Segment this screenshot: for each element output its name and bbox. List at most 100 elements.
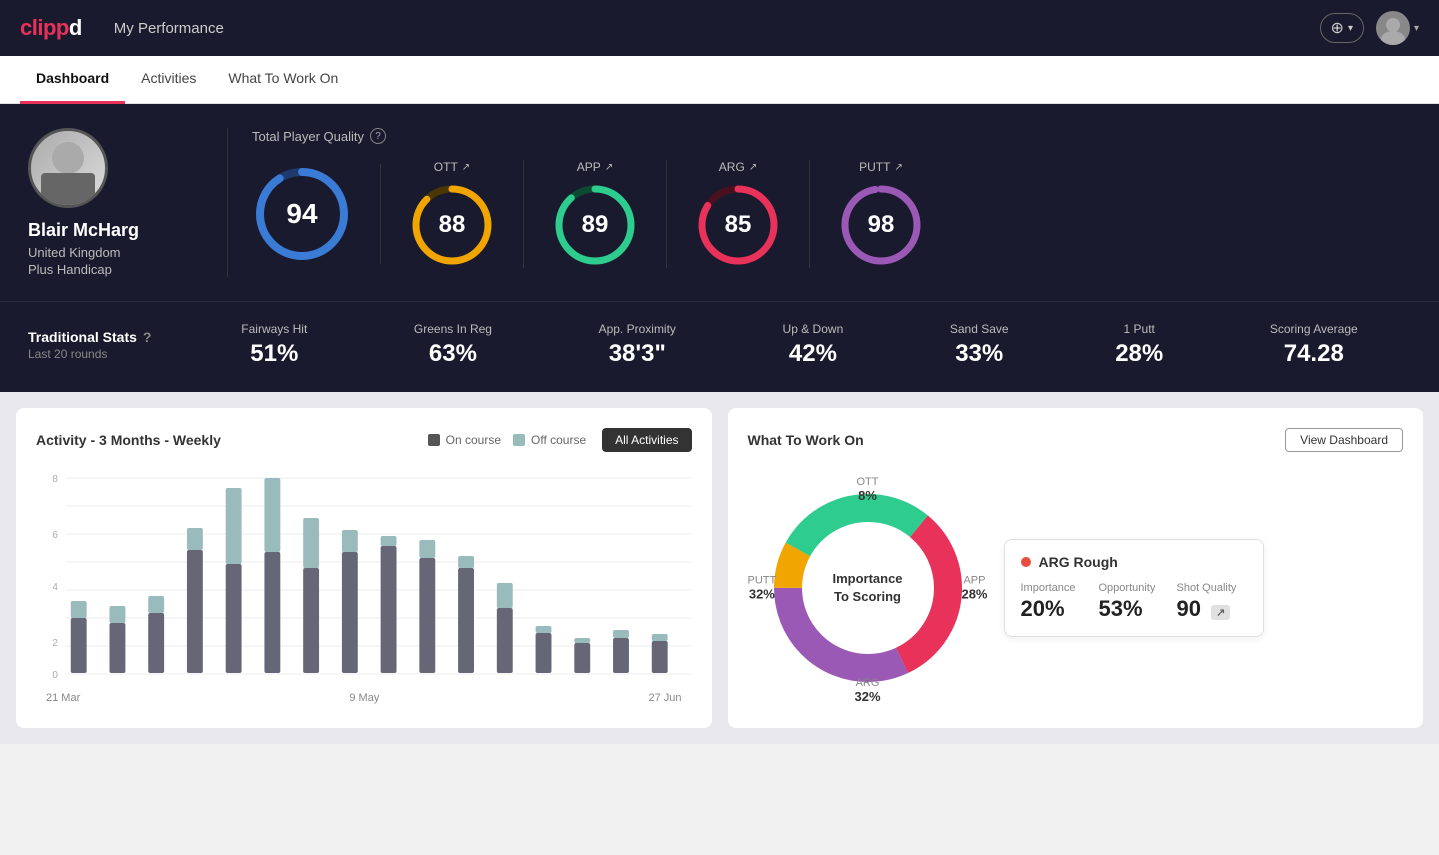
gauge-89: 89 (552, 182, 638, 268)
add-button[interactable]: ⊕ ▾ (1320, 13, 1364, 43)
tab-dashboard[interactable]: Dashboard (20, 56, 125, 104)
stat-label: App. Proximity (599, 322, 676, 336)
gauge-value: 85 (725, 211, 752, 239)
tpq-section: Total Player Quality ? 94 (228, 128, 1411, 277)
wwo-metrics: Importance 20% Opportunity 53% Shot Qual… (1021, 582, 1247, 622)
svg-text:6: 6 (52, 530, 58, 541)
gauge-value: 98 (868, 211, 895, 239)
stat-label: 1 Putt (1124, 322, 1155, 336)
chart-header: Activity - 3 Months - Weekly On course O… (36, 428, 692, 452)
legend-dot-on (428, 434, 440, 446)
legend-dot-off (513, 434, 525, 446)
legend-off-course: Off course (513, 433, 586, 447)
metric-label: Importance (1021, 582, 1091, 594)
bar-chart-svg: 8 6 4 2 0 (36, 468, 692, 688)
topbar-actions: ⊕ ▾ ▾ (1320, 11, 1419, 45)
metric-badge: ↗ (1211, 605, 1230, 620)
svg-text:4: 4 (52, 582, 58, 593)
tpq-card-app: APP ↗ 89 (524, 160, 667, 268)
bottom-section: Activity - 3 Months - Weekly On course O… (0, 392, 1439, 744)
tpq-card-ott: OTT ↗ 88 (381, 160, 524, 268)
stat-fairways-hit: Fairways Hit 51% (241, 322, 307, 368)
topbar: clippd My Performance ⊕ ▾ ▾ (0, 0, 1439, 56)
stat-app-proximity: App. Proximity 38'3" (599, 322, 676, 368)
metric-value: 53% (1099, 596, 1169, 622)
stat-value: 28% (1115, 340, 1163, 368)
svg-text:8: 8 (52, 474, 58, 485)
gauge-value: 88 (439, 211, 466, 239)
stat-1-putt: 1 Putt 28% (1115, 322, 1163, 368)
activity-chart-panel: Activity - 3 Months - Weekly On course O… (16, 408, 712, 728)
gauge-94: 94 (252, 164, 352, 264)
topbar-title: My Performance (114, 20, 1320, 37)
stat-scoring-average: Scoring Average 74.28 (1270, 322, 1358, 368)
gauge-value: 94 (286, 198, 317, 230)
tab-activities[interactable]: Activities (125, 56, 212, 104)
help-icon[interactable]: ? (370, 128, 386, 144)
user-avatar-button[interactable]: ▾ (1376, 11, 1419, 45)
metric-value: 20% (1021, 596, 1091, 622)
hero-profile: Blair McHarg United Kingdom Plus Handica… (28, 128, 228, 277)
stat-label: Scoring Average (1270, 322, 1358, 336)
player-name: Blair McHarg (28, 220, 139, 241)
tab-what-to-work-on[interactable]: What To Work On (212, 56, 354, 104)
help-icon[interactable]: ? (143, 329, 152, 345)
stat-sand-save: Sand Save 33% (950, 322, 1009, 368)
metric-value: 90 ↗ (1177, 596, 1247, 622)
svg-text:0: 0 (52, 670, 58, 681)
stat-value: 33% (955, 340, 1003, 368)
logo: clippd (20, 15, 82, 41)
plus-icon: ⊕ (1331, 18, 1344, 38)
arrow-up-icon: ↗ (894, 162, 902, 173)
x-label-3: 27 Jun (648, 692, 681, 704)
wwo-title: What To Work On (748, 432, 1286, 448)
stat-value: 42% (789, 340, 837, 368)
view-dashboard-button[interactable]: View Dashboard (1285, 428, 1403, 452)
donut-center-text: Importance To Scoring (832, 570, 902, 606)
wwo-detail-card: ARG Rough Importance 20% Opportunity 53%… (1004, 539, 1264, 637)
trad-title: Traditional Stats ? (28, 329, 188, 345)
tpq-label: Total Player Quality ? (252, 128, 1387, 144)
chevron-down-icon: ▾ (1348, 23, 1353, 34)
all-activities-button[interactable]: All Activities (602, 428, 691, 452)
gauge-85: 85 (695, 182, 781, 268)
stat-label: Up & Down (783, 322, 844, 336)
donut-label-arg: ARG 32% (854, 677, 880, 704)
donut-label-putt: PUTT 32% (748, 575, 777, 602)
wwo-content: Importance To Scoring OTT 8% APP 28% ARG… (748, 468, 1404, 708)
legend-on-course: On course (428, 433, 501, 447)
donut-chart: Importance To Scoring OTT 8% APP 28% ARG… (748, 468, 988, 708)
tab-bar: Dashboard Activities What To Work On (0, 56, 1439, 104)
trad-stats-grid: Fairways Hit 51% Greens In Reg 63% App. … (188, 322, 1411, 368)
player-handicap: Plus Handicap (28, 262, 112, 277)
tpq-card-putt: PUTT ↗ 98 (810, 160, 952, 268)
wwo-card-title: ARG Rough (1021, 554, 1247, 570)
wwo-header: What To Work On View Dashboard (748, 428, 1404, 452)
wwo-metric-shot-quality: Shot Quality 90 ↗ (1177, 582, 1247, 622)
tpq-card-arg: ARG ↗ 85 (667, 160, 810, 268)
x-label-1: 21 Mar (46, 692, 80, 704)
stat-label: Greens In Reg (414, 322, 492, 336)
arrow-up-icon: ↗ (462, 162, 470, 173)
app-label: APP ↗ (577, 160, 613, 174)
donut-label-app: APP 28% (961, 575, 987, 602)
gauge-88: 88 (409, 182, 495, 268)
stat-value: 51% (250, 340, 298, 368)
chart-x-labels: 21 Mar 9 May 27 Jun (36, 692, 692, 704)
player-country: United Kingdom (28, 245, 121, 260)
trad-label: Traditional Stats ? Last 20 rounds (28, 329, 188, 361)
donut-center: Importance To Scoring (832, 570, 902, 606)
stat-value: 74.28 (1284, 340, 1344, 368)
gauge-98: 98 (838, 182, 924, 268)
wwo-metric-opportunity: Opportunity 53% (1099, 582, 1169, 622)
avatar (28, 128, 108, 208)
traditional-stats: Traditional Stats ? Last 20 rounds Fairw… (0, 301, 1439, 392)
arrow-up-icon: ↗ (749, 162, 757, 173)
stat-label: Fairways Hit (241, 322, 307, 336)
metric-label: Opportunity (1099, 582, 1169, 594)
gauge-value: 89 (582, 211, 609, 239)
trad-sublabel: Last 20 rounds (28, 347, 188, 361)
what-to-work-on-panel: What To Work On View Dashboard (728, 408, 1424, 728)
stat-value: 63% (429, 340, 477, 368)
wwo-dot (1021, 557, 1031, 567)
